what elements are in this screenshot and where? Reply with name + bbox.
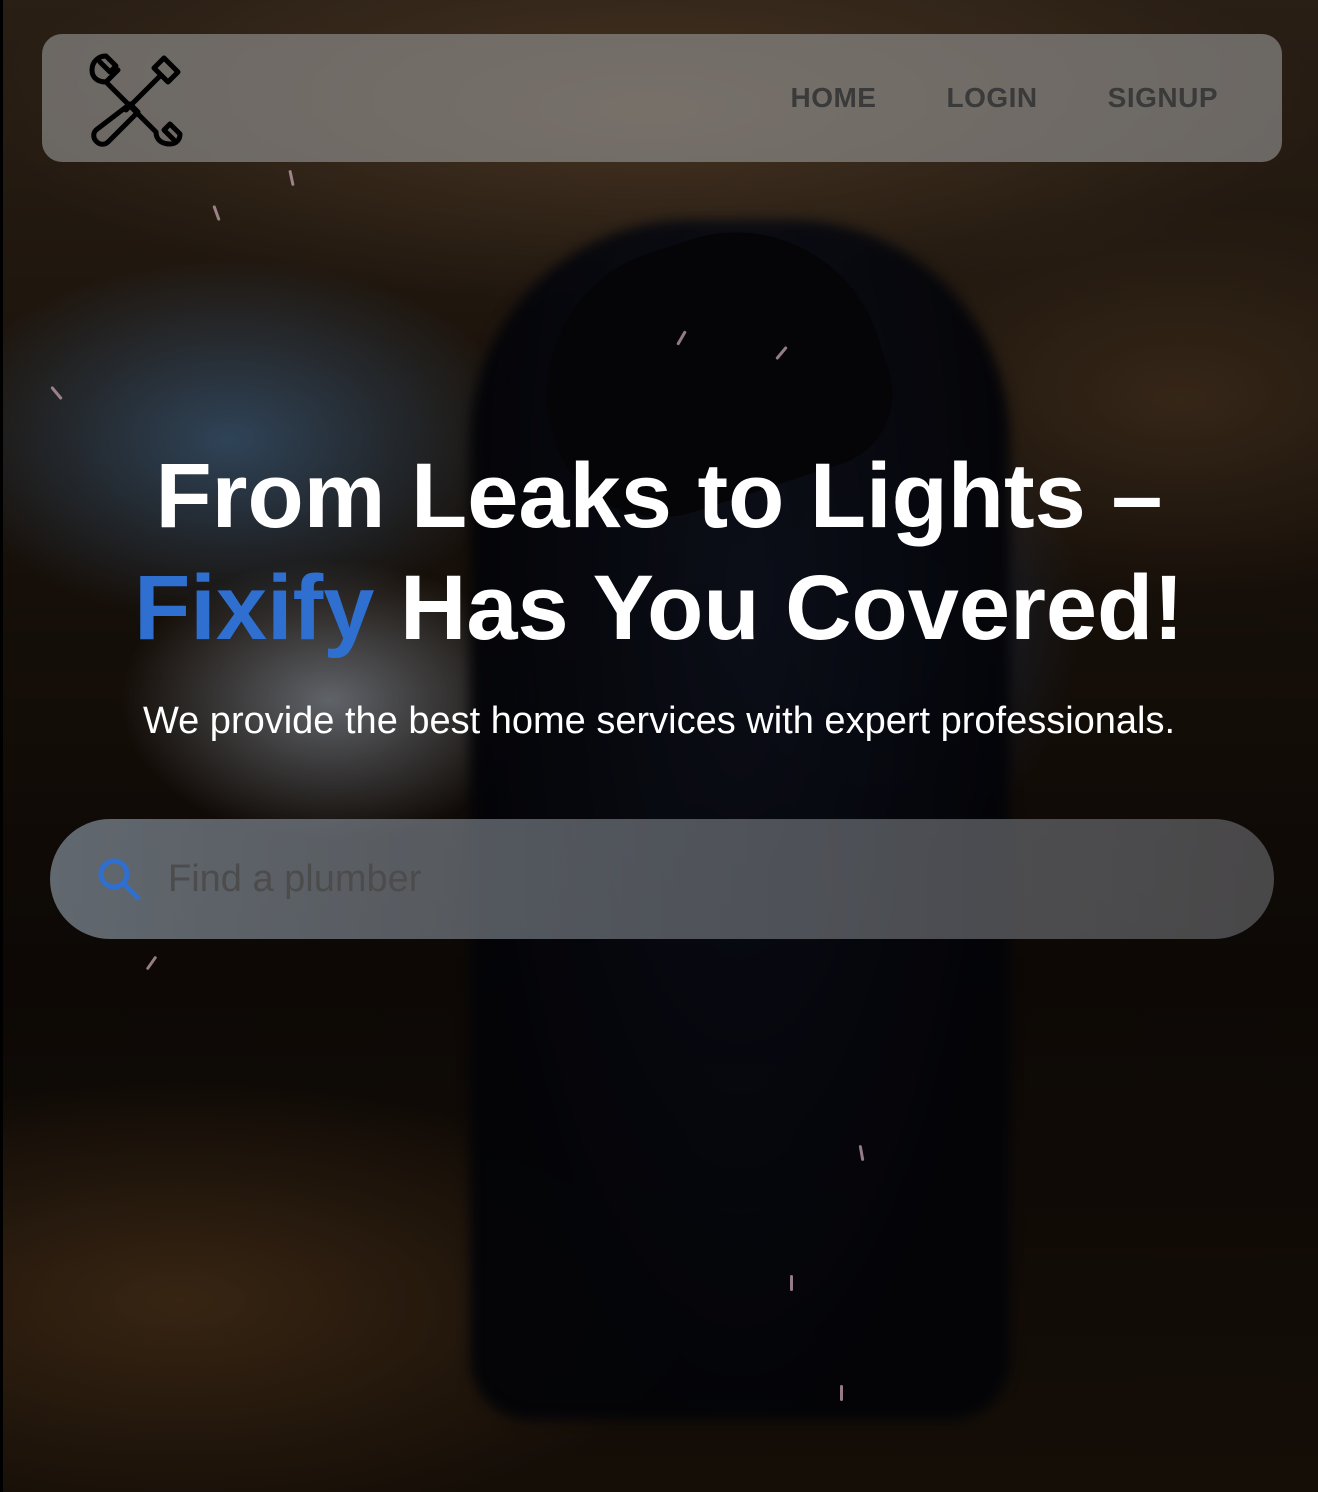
- top-navbar: HOME LOGIN SIGNUP: [42, 34, 1282, 162]
- hero-headline: From Leaks to Lights – Fixify Has You Co…: [0, 440, 1318, 664]
- search-icon[interactable]: [94, 854, 144, 904]
- brand-name: Fixify: [134, 557, 375, 659]
- window-edge: [0, 0, 3, 1492]
- nav-link-home[interactable]: HOME: [790, 82, 876, 114]
- hero-dark-overlay: [0, 0, 1318, 1492]
- nav-link-login[interactable]: LOGIN: [946, 82, 1037, 114]
- wrench-screwdriver-icon[interactable]: [86, 50, 186, 150]
- headline-line-1: From Leaks to Lights –: [155, 445, 1163, 547]
- nav-link-signup[interactable]: SIGNUP: [1108, 82, 1218, 114]
- nav-links: HOME LOGIN SIGNUP: [790, 34, 1218, 162]
- search-bar[interactable]: [50, 819, 1274, 939]
- hero-subheadline: We provide the best home services with e…: [142, 700, 1176, 742]
- search-input[interactable]: [166, 848, 1274, 910]
- headline-line-2: Has You Covered!: [399, 557, 1184, 659]
